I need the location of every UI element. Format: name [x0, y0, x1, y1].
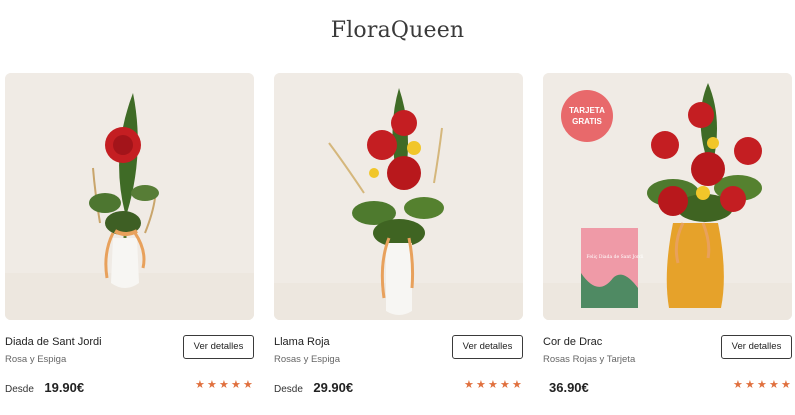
product-name[interactable]: Cor de Drac [543, 336, 602, 348]
price: 36.90€ [549, 380, 589, 395]
star-icon: ★ [500, 379, 510, 391]
price-prefix: Desde [5, 384, 34, 395]
star-icon: ★ [231, 379, 241, 391]
product-subtitle: Rosas y Espiga [274, 354, 341, 365]
greeting-card-text: Feliç Diada de Sant Jordi [587, 254, 645, 260]
view-details-button[interactable]: Ver detalles [183, 335, 254, 359]
product-grid: Diada de Sant Jordi Rosa y Espiga Ver de… [5, 73, 792, 411]
product-card[interactable]: Llama Roja Rosas y Espiga Ver detalles D… [274, 73, 523, 411]
badge-line2: GRATIS [572, 117, 602, 126]
site-logo[interactable]: FloraQueen [0, 18, 795, 43]
star-icon: ★ [488, 379, 498, 391]
star-icon: ★ [195, 379, 205, 391]
star-icon: ★ [219, 379, 229, 391]
product-name[interactable]: Diada de Sant Jordi [5, 336, 102, 348]
star-icon: ★ [781, 379, 791, 391]
star-icon: ★ [769, 379, 779, 391]
product-subtitle: Rosas Rojas y Tarjeta [543, 354, 636, 365]
price-row: Desde 19.90€ [5, 379, 84, 397]
product-image[interactable] [5, 73, 254, 320]
bouquet-illustration [5, 73, 254, 320]
product-card[interactable]: Diada de Sant Jordi Rosa y Espiga Ver de… [5, 73, 254, 411]
product-image[interactable]: TARJETA GRATIS Feliç Diada de Sant Jordi [543, 73, 792, 320]
badge-line1: TARJETA [569, 106, 605, 115]
rating-stars: ★ ★ ★ ★ ★ [195, 380, 254, 391]
rating-stars: ★ ★ ★ ★ ★ [733, 380, 792, 391]
bouquet-illustration: TARJETA GRATIS Feliç Diada de Sant Jordi [543, 73, 792, 320]
star-icon: ★ [464, 379, 474, 391]
bouquet-illustration [274, 73, 523, 320]
price-prefix: Desde [274, 384, 303, 395]
star-icon: ★ [757, 379, 767, 391]
product-name[interactable]: Llama Roja [274, 336, 330, 348]
rating-stars: ★ ★ ★ ★ ★ [464, 380, 523, 391]
star-icon: ★ [733, 379, 743, 391]
price-row: Desde 29.90€ [274, 379, 353, 397]
star-icon: ★ [476, 379, 486, 391]
price: 29.90€ [313, 380, 354, 395]
logo-text: FloraQueen [330, 18, 465, 43]
product-subtitle: Rosa y Espiga [5, 354, 67, 365]
star-icon: ★ [745, 379, 755, 391]
product-card[interactable]: TARJETA GRATIS Feliç Diada de Sant Jordi [543, 73, 792, 411]
star-icon: ★ [207, 379, 217, 391]
price-row: 36.90€ [543, 379, 589, 397]
view-details-button[interactable]: Ver detalles [721, 335, 792, 359]
price: 19.90€ [44, 380, 85, 395]
free-card-badge [561, 90, 613, 142]
product-image[interactable] [274, 73, 523, 320]
star-icon: ★ [512, 379, 522, 391]
star-icon: ★ [243, 379, 253, 391]
view-details-button[interactable]: Ver detalles [452, 335, 523, 359]
